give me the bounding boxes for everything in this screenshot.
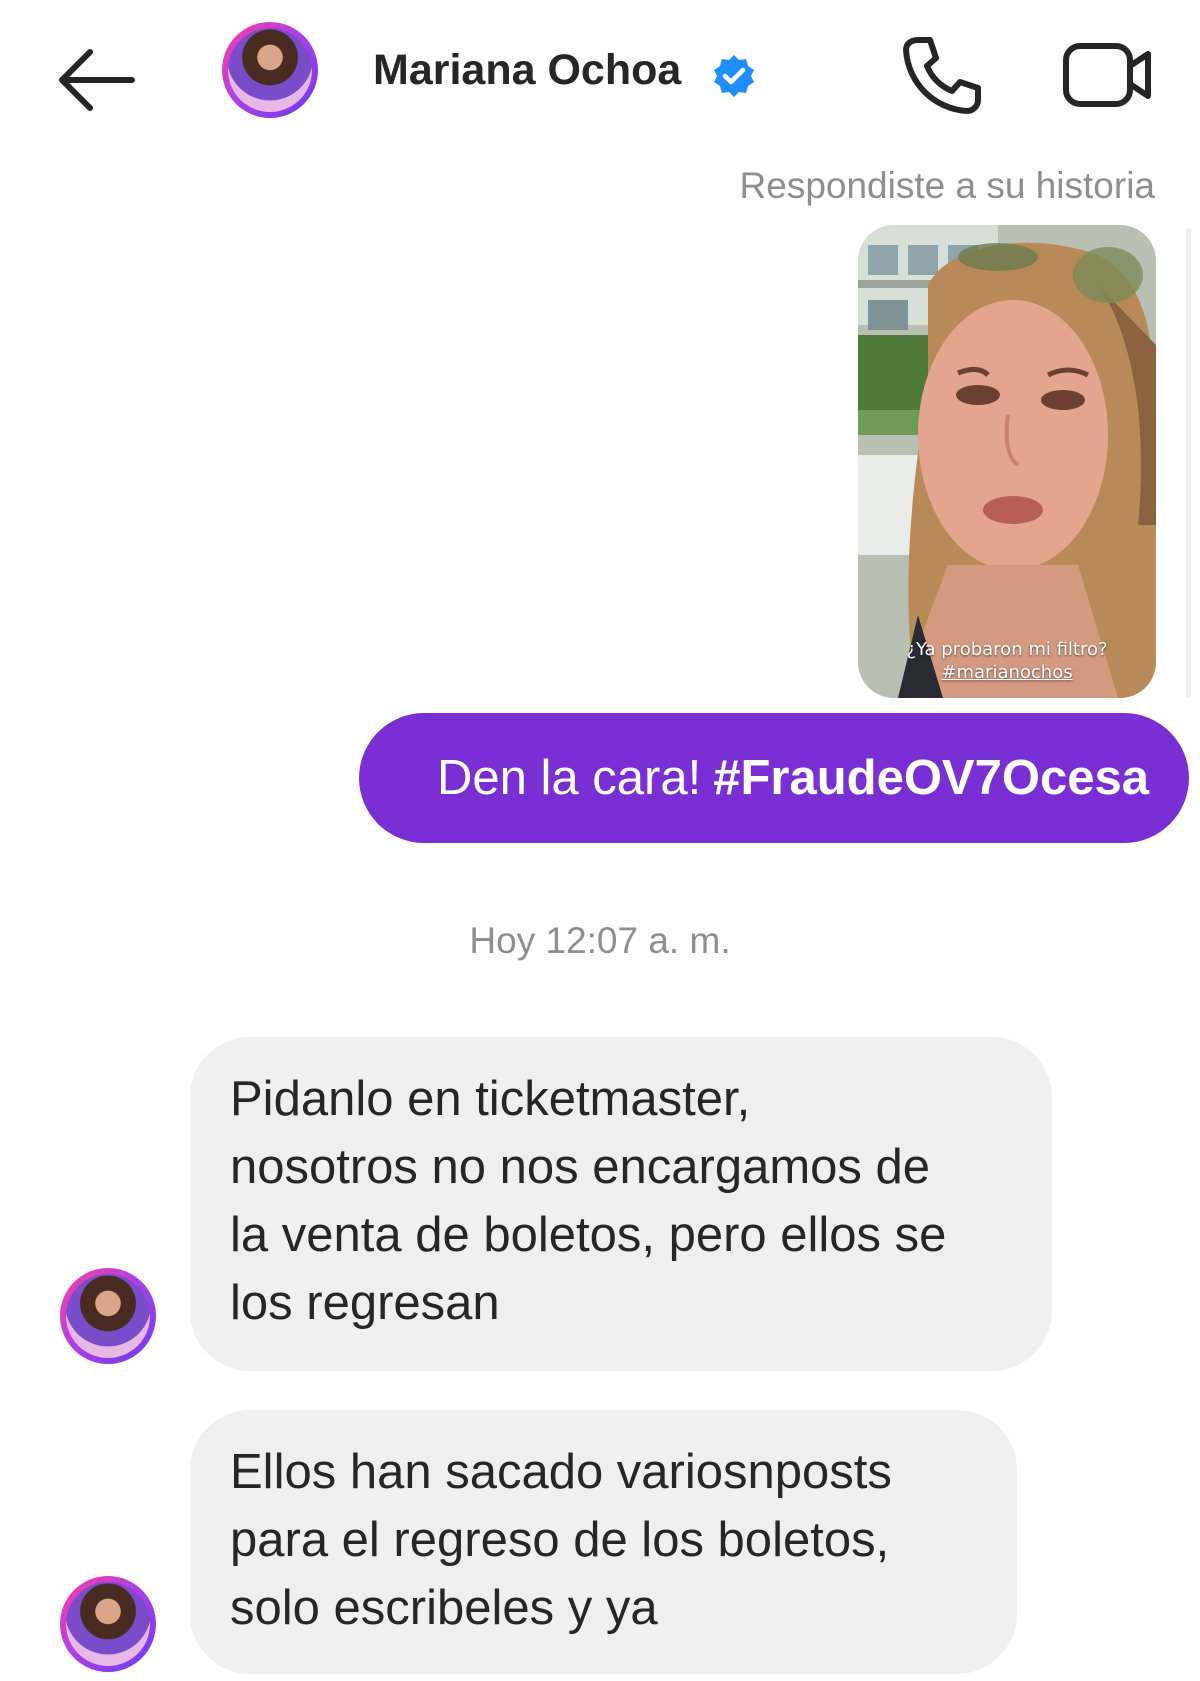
voice-call-button[interactable] [896,30,986,120]
sent-message-text: Den la cara! [437,751,702,805]
sent-message-hashtag[interactable]: #FraudeOV7Ocesa [713,750,1149,806]
story-reply-note: Respondiste a su historia [739,165,1155,206]
contact-name[interactable]: Mariana Ochoa [373,46,681,95]
verified-badge-icon [714,55,754,97]
back-button[interactable] [50,40,140,120]
chat-header: Mariana Ochoa [0,0,1200,150]
message-line: Ellos han sacado variosnposts [230,1445,892,1499]
message-line: nosotros no nos encargamos de [230,1140,931,1194]
sender-avatar[interactable] [60,1576,156,1672]
story-image [858,225,1156,698]
story-caption: ¿Ya probaron mi filtro? #marianochos [858,638,1156,684]
story-caption-hashtag: #marianochos [941,662,1073,683]
message-line: para el regreso de los boletos, [230,1513,890,1567]
message-timestamp: Hoy 12:07 a. m. [469,920,731,961]
back-arrow-icon [59,49,135,111]
video-call-button[interactable] [1060,30,1156,120]
received-message-bubble[interactable]: Ellos han sacado variosnposts para el re… [190,1410,1017,1674]
received-message-bubble[interactable]: Pidanlo en ticketmaster, nosotros no nos… [190,1037,1052,1371]
sent-message-bubble[interactable]: Den la cara! #FraudeOV7Ocesa [359,713,1189,843]
video-camera-icon [1063,43,1151,107]
message-line: solo escribeles y ya [230,1581,658,1635]
story-caption-text: ¿Ya probaron mi filtro? [906,639,1108,660]
message-line: los regresan [230,1276,500,1330]
message-line: Pidanlo en ticketmaster, [230,1072,751,1126]
contact-avatar[interactable] [222,22,318,118]
scrollbar[interactable] [1186,228,1191,698]
phone-icon [903,37,981,114]
sender-avatar[interactable] [60,1268,156,1364]
message-line: la venta de boletos, pero ellos se [230,1208,947,1262]
story-thumbnail[interactable]: ¿Ya probaron mi filtro? #marianochos [858,225,1156,698]
